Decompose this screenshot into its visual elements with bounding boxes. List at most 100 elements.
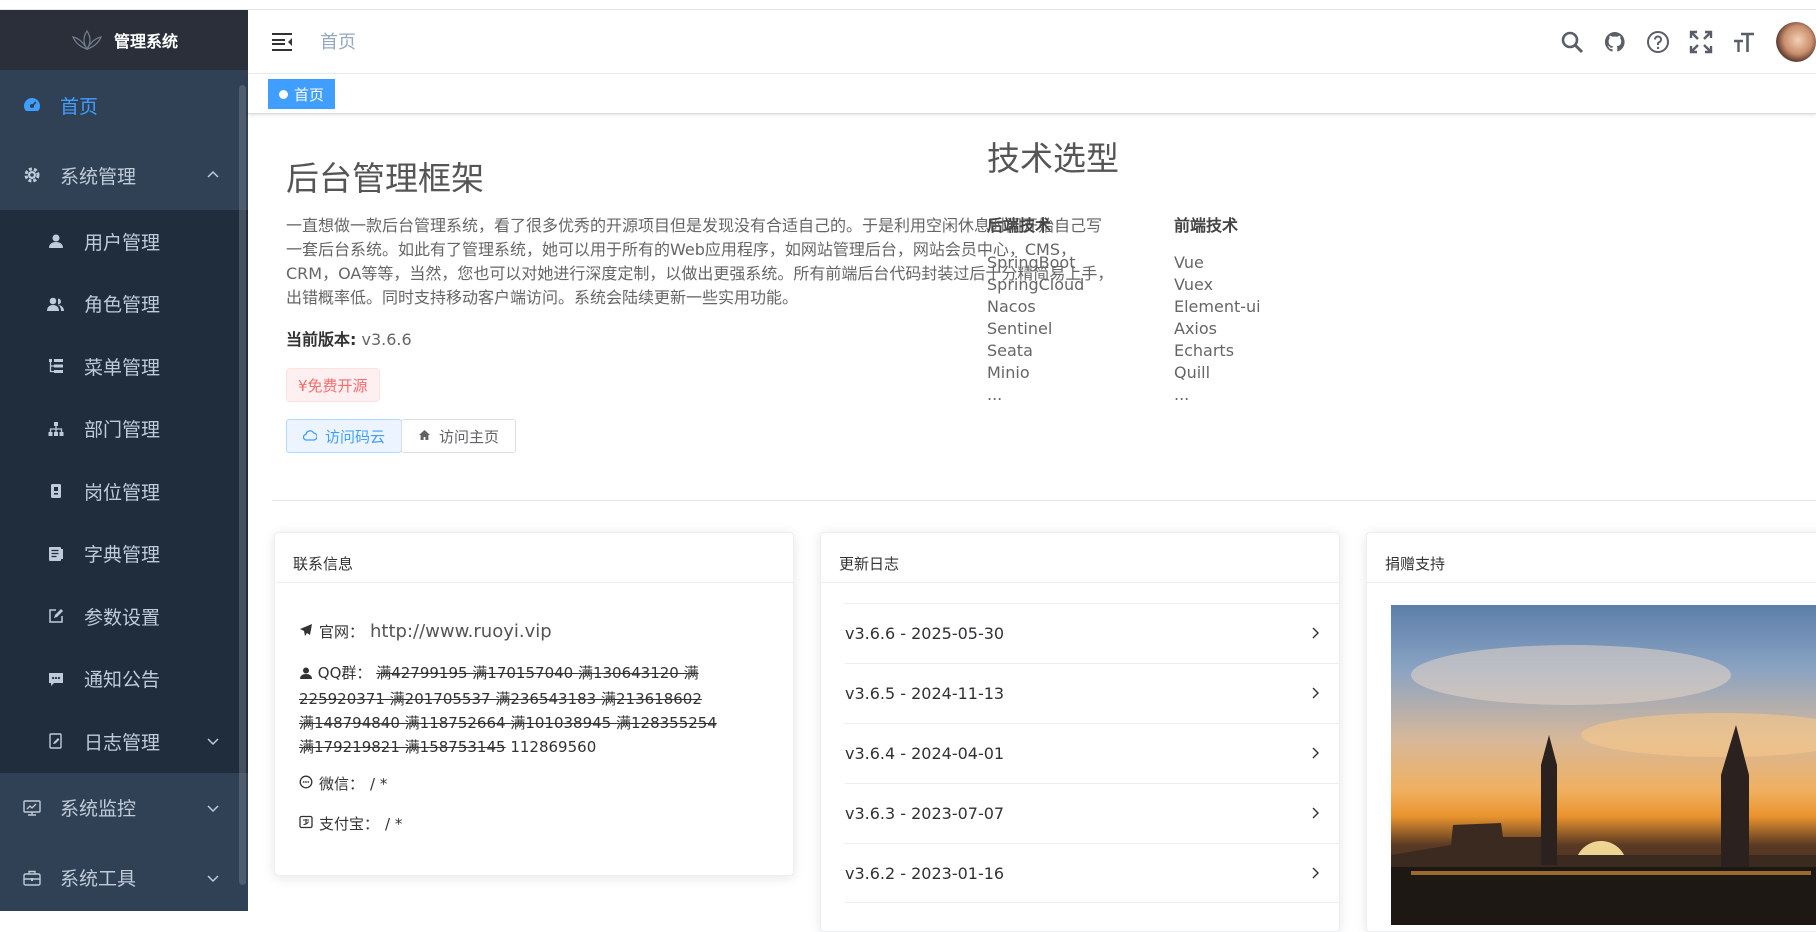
changelog-item-title: v3.6.2 - 2023-01-16 — [845, 863, 1005, 883]
sidebar-item-label: 首页 — [60, 95, 99, 118]
tech-item: Vue — [1174, 253, 1204, 272]
edit-icon — [46, 606, 66, 626]
sidebar-item-label: 岗位管理 — [84, 481, 161, 504]
changelog-item-title: v3.6.6 - 2025-05-30 — [845, 624, 1005, 643]
tech-item: Sentinel — [987, 319, 1053, 338]
card-header: 联系信息 — [275, 533, 793, 583]
sidebar-item-dict[interactable]: 字典管理 — [0, 523, 248, 586]
sidebar-item-label: 系统管理 — [60, 165, 137, 188]
home-icon — [418, 427, 431, 445]
tech-item: Seata — [987, 341, 1033, 360]
gear-icon — [22, 165, 42, 185]
sidebar-item-user[interactable]: 用户管理 — [0, 210, 248, 273]
changelog-card: 更新日志 v3.6.6 - 2025-05-30 v3.6.5 - 2024-1… — [820, 532, 1340, 932]
tech-item: SpringCloud — [987, 275, 1085, 294]
sidebar-item-label: 通知公告 — [84, 669, 161, 692]
help-icon[interactable] — [1643, 28, 1672, 57]
user-icon — [299, 663, 313, 687]
search-icon[interactable] — [1557, 28, 1586, 57]
user-icon — [46, 231, 66, 251]
active-dot-icon — [279, 89, 288, 99]
button-label: 访问码云 — [325, 427, 386, 446]
breadcrumb: 首页 — [320, 32, 356, 53]
chevron-right-icon — [1307, 745, 1323, 761]
card-header: 更新日志 — [821, 533, 1339, 583]
system-submenu: 用户管理 角色管理 菜单管理 部门管理 岗位管理 字典管理 参数设置 通知公告 — [0, 210, 248, 773]
github-icon[interactable] — [1600, 28, 1629, 57]
avatar[interactable] — [1776, 22, 1816, 62]
free-open-source-tag: ¥免费开源 — [286, 368, 380, 402]
wechat-label: 微信： — [319, 775, 365, 793]
visit-home-button[interactable]: 访问主页 — [401, 419, 517, 453]
sidebar-item-menu[interactable]: 菜单管理 — [0, 335, 248, 398]
tree-icon — [46, 419, 66, 439]
qq-label: QQ群： — [317, 664, 372, 682]
tech-item: Minio — [987, 363, 1030, 382]
sidebar-item-monitor[interactable]: 系统监控 — [0, 773, 248, 843]
tech-item: ... — [1174, 385, 1190, 404]
dashboard-main: 后台管理框架 一直想做一款后台管理系统，看了很多优秀的开源项目但是发现没有合适自… — [248, 114, 1816, 932]
sidebar-item-home[interactable]: 首页 — [0, 70, 248, 140]
sidebar-item-label: 菜单管理 — [84, 356, 161, 379]
visit-gitee-button[interactable]: 访问码云 — [286, 419, 403, 453]
sidebar-logo[interactable]: 管理系统 — [0, 10, 248, 70]
sidebar-item-label: 角色管理 — [84, 294, 161, 317]
frontend-tech: 前端技术 Vue Vuex Element-ui Axios Echarts Q… — [1174, 212, 1261, 406]
sidebar-item-role[interactable]: 角色管理 — [0, 273, 248, 336]
tech-item: Element-ui — [1174, 297, 1261, 316]
log-icon — [46, 731, 66, 751]
sidebar-item-notice[interactable]: 通知公告 — [0, 648, 248, 711]
changelog-item-title: v3.6.5 - 2024-11-13 — [845, 684, 1005, 703]
donate-card: 捐赠支持 — [1366, 532, 1816, 932]
sidebar: 管理系统 首页 系统管理 用户管理 角色管理 菜单管理 部门管理 岗位管理 字典… — [0, 10, 248, 911]
hamburger-icon[interactable] — [270, 30, 294, 54]
qq-active-group: 112869560 — [510, 738, 597, 756]
dashboard-icon — [22, 95, 42, 115]
sidebar-item-system[interactable]: 系统管理 — [0, 140, 248, 210]
alipay-label: 支付宝： — [319, 815, 380, 833]
chevron-right-icon — [1307, 805, 1323, 821]
donate-image — [1391, 605, 1816, 925]
tech-item: ... — [987, 385, 1003, 404]
dict-icon — [46, 544, 66, 564]
changelog-item[interactable]: v3.6.3 - 2023-07-07 — [845, 783, 1339, 843]
changelog-item-title: v3.6.3 - 2023-07-07 — [845, 804, 1005, 823]
navbar: 首页 — [248, 10, 1816, 74]
sidebar-item-dept[interactable]: 部门管理 — [0, 398, 248, 461]
tech-item: Echarts — [1174, 341, 1235, 360]
sidebar-item-label: 日志管理 — [84, 731, 161, 754]
changelog-item[interactable]: v3.6.2 - 2023-01-16 — [845, 843, 1339, 903]
sidebar-item-label: 字典管理 — [84, 544, 161, 567]
wechat-value: / * — [370, 774, 388, 793]
sidebar-item-tool[interactable]: 系统工具 — [0, 843, 248, 912]
sidebar-item-post[interactable]: 岗位管理 — [0, 460, 248, 523]
version-line: 当前版本: v3.6.6 — [286, 326, 412, 350]
changelog-item[interactable]: v3.6.6 - 2025-05-30 — [845, 603, 1339, 663]
button-label: 访问主页 — [439, 427, 500, 446]
tech-title: 技术选型 — [987, 139, 1119, 178]
top-strip — [0, 0, 1816, 10]
qq-row: QQ群： 满42799195 满170157040 满130643120 满22… — [299, 661, 719, 759]
tag-home[interactable]: 首页 — [268, 79, 336, 109]
sidebar-item-config[interactable]: 参数设置 — [0, 585, 248, 648]
alipay-value: / * — [385, 814, 403, 833]
changelog-item[interactable]: v3.6.5 - 2024-11-13 — [845, 663, 1339, 723]
chevron-right-icon — [1307, 625, 1323, 641]
font-size-icon[interactable] — [1729, 28, 1758, 57]
sidebar-item-log[interactable]: 日志管理 — [0, 710, 248, 773]
chevron-down-icon — [204, 732, 222, 750]
post-icon — [46, 481, 66, 501]
backend-title: 后端技术 — [987, 216, 1052, 235]
sidebar-scrollbar[interactable] — [239, 85, 246, 885]
fullscreen-icon[interactable] — [1686, 28, 1715, 57]
changelog-item[interactable]: v3.6.4 - 2024-04-01 — [845, 723, 1339, 783]
chevron-right-icon — [1307, 865, 1323, 881]
chevron-right-icon — [1307, 685, 1323, 701]
version-label: 当前版本: — [286, 330, 357, 349]
sidebar-item-label: 用户管理 — [84, 231, 161, 254]
peoples-icon — [46, 294, 66, 314]
website-link[interactable]: http://www.ruoyi.vip — [370, 621, 552, 642]
tech-item: Quill — [1174, 363, 1211, 382]
sidebar-item-label: 系统监控 — [60, 798, 137, 820]
tag-label: 首页 — [294, 85, 325, 104]
